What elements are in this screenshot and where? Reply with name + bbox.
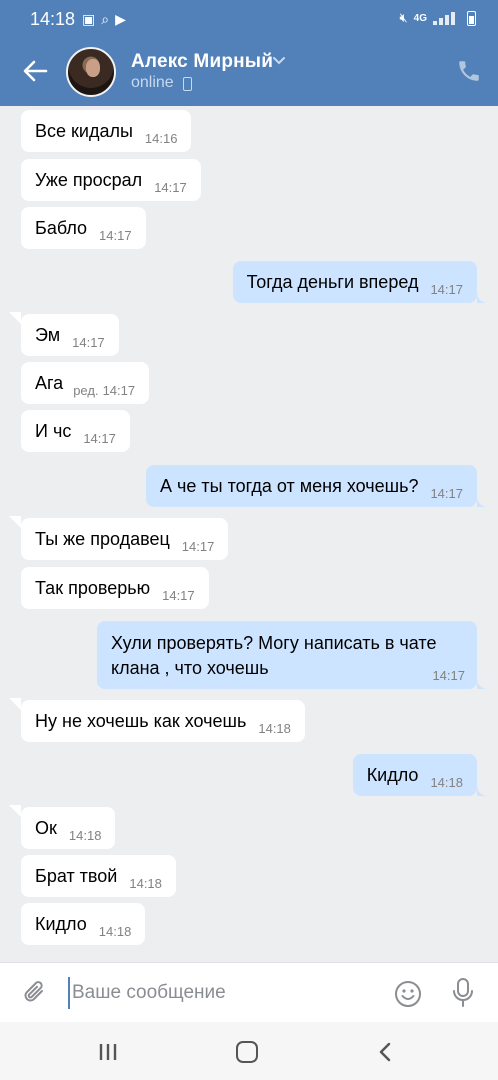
message-composer <box>0 962 498 1022</box>
message-time: 14:18 <box>68 827 102 843</box>
emoji-icon[interactable] <box>394 980 422 1008</box>
status-bar: 14:18 ▣ ⌕ ▶ 🔇︎ 4G <box>0 0 498 38</box>
message-text: А че ты тогда от меня хочешь? <box>159 475 419 496</box>
message-text: Ага <box>35 372 64 393</box>
paperclip-icon[interactable] <box>22 979 48 1007</box>
message-outgoing[interactable]: Хули проверять? Могу написать в чате кла… <box>97 621 477 689</box>
message-time: 14:17 <box>430 281 463 297</box>
message-text: И чс <box>35 420 72 441</box>
message-list[interactable]: Все кидалы 14:16 Уже просрал 14:17 Бабло… <box>0 106 498 962</box>
recent-apps-icon[interactable] <box>98 1043 118 1061</box>
status-right-icons: 🔇︎ 4G <box>399 10 476 26</box>
message-text: Все кидалы <box>35 120 133 141</box>
bubble-tail <box>477 677 489 689</box>
play-store-icon: ▶ <box>115 11 126 27</box>
bubble-tail <box>9 516 21 528</box>
bubble-tail <box>9 698 21 710</box>
message-outgoing[interactable]: Кидло 14:18 <box>352 754 477 796</box>
message-text: Кидло <box>366 764 419 785</box>
message-text: Ты же продавец <box>35 528 170 549</box>
message-text: Ну не хочешь как хочешь <box>35 710 247 731</box>
message-time: 14:18 <box>129 875 162 891</box>
message-incoming[interactable]: Уже просрал 14:17 <box>21 159 201 201</box>
message-time: 14:16 <box>144 130 178 146</box>
edited-label: ред. <box>73 382 99 398</box>
bubble-tail <box>477 495 489 507</box>
message-incoming[interactable]: Так проверью 14:17 <box>21 567 209 609</box>
message-text: Эм <box>35 324 61 345</box>
search-notification-icon: ⌕ <box>101 11 110 27</box>
message-outgoing[interactable]: Тогда деньги вперед 14:17 <box>232 261 477 303</box>
message-incoming[interactable]: Эм 14:17 <box>21 314 119 356</box>
message-time: 14:17 <box>154 179 187 195</box>
mute-icon: 🔇︎ <box>399 10 408 25</box>
bubble-tail <box>477 291 489 303</box>
message-incoming[interactable]: Ну не хочешь как хочешь 14:18 <box>21 700 305 742</box>
message-time: 14:17 <box>430 485 463 501</box>
message-incoming[interactable]: И чс 14:17 <box>21 410 130 452</box>
bubble-tail <box>9 805 21 817</box>
status-time: 14:18 <box>30 9 76 29</box>
message-time: 14:17 <box>432 668 465 683</box>
message-time: 14:17 <box>72 334 105 350</box>
battery-icon <box>467 10 476 26</box>
message-input[interactable] <box>68 977 368 1009</box>
back-arrow-icon[interactable] <box>22 58 48 84</box>
contact-avatar[interactable] <box>66 47 116 97</box>
message-text: Ок <box>35 817 57 838</box>
message-text: Бабло <box>35 217 88 238</box>
home-icon[interactable] <box>236 1041 258 1063</box>
message-outgoing[interactable]: А че ты тогда от меня хочешь? 14:17 <box>145 465 477 507</box>
message-time: 14:17 <box>162 587 195 603</box>
system-navigation-bar <box>0 1022 498 1080</box>
message-incoming[interactable]: Брат твой 14:18 <box>21 855 176 897</box>
mobile-online-icon <box>183 77 192 91</box>
message-time: 14:17 <box>181 538 215 554</box>
message-incoming[interactable]: Все кидалы 14:16 <box>21 110 192 152</box>
message-time: 14:17 <box>83 430 116 446</box>
message-text: Уже просрал <box>35 169 143 190</box>
bubble-tail <box>477 784 489 796</box>
message-incoming[interactable]: Ага ред. 14:17 <box>21 362 150 404</box>
phone-call-icon[interactable] <box>456 58 482 84</box>
message-text: Хули проверять? Могу написать в чате кла… <box>111 633 437 678</box>
message-time: 14:17 <box>99 227 132 243</box>
chevron-down-icon[interactable] <box>272 56 286 66</box>
message-time: 14:18 <box>430 774 463 790</box>
message-time: 14:17 <box>102 382 136 398</box>
message-incoming[interactable]: Ок 14:18 <box>21 807 116 849</box>
message-text: Так проверью <box>35 577 151 598</box>
signal-icon <box>433 11 461 25</box>
contact-status: online <box>131 74 174 91</box>
message-time: 14:18 <box>98 923 132 939</box>
message-time: 14:18 <box>258 720 291 736</box>
microphone-icon[interactable] <box>450 977 476 1009</box>
message-text: Тогда деньги вперед <box>246 271 419 292</box>
bubble-tail <box>9 312 21 324</box>
message-incoming[interactable]: Бабло 14:17 <box>21 207 146 249</box>
message-text: Брат твой <box>35 865 118 886</box>
gallery-icon: ▣ <box>82 11 96 27</box>
message-incoming[interactable]: Ты же продавец 14:17 <box>21 518 229 560</box>
network-type: 4G <box>413 12 427 24</box>
message-incoming[interactable]: Кидло 14:18 <box>21 903 146 945</box>
notification-icons: ▣ ⌕ ▶ <box>82 11 126 27</box>
contact-name[interactable]: Алекс Мирный <box>131 51 273 73</box>
message-text: Кидло <box>35 913 87 934</box>
system-back-icon[interactable] <box>378 1042 392 1062</box>
chat-header: 14:18 ▣ ⌕ ▶ 🔇︎ 4G Алекс Мирный online <box>0 0 498 106</box>
